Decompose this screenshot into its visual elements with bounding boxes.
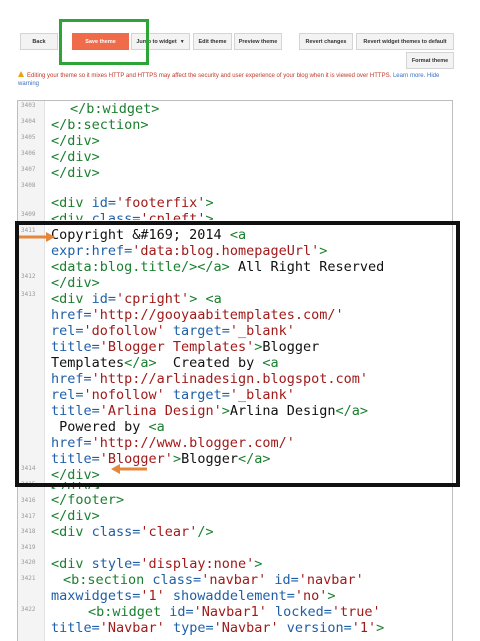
code-line: </b:section> — [51, 117, 149, 133]
code-line: </footer> — [51, 492, 125, 508]
code-line: <div class='cpleft'> — [51, 211, 214, 220]
arrow-right-icon — [19, 232, 55, 242]
code-line: title='Navbar' type='Navbar' version='1'… — [51, 620, 385, 636]
save-theme-highlight-box — [59, 19, 149, 65]
edit-theme-button[interactable]: Edit theme — [193, 33, 232, 50]
code-line: <div style='display:none'> — [51, 556, 263, 572]
line-number: 3420 — [21, 559, 36, 566]
code-line: </b:widget> — [70, 101, 160, 117]
revert-changes-button[interactable]: Revert changes — [299, 33, 353, 50]
line-number: 3403 — [21, 102, 36, 109]
line-number: 3417 — [21, 513, 36, 520]
line-number: 3405 — [21, 134, 36, 141]
line-number: 3406 — [21, 150, 36, 157]
warning-text: Editing your theme so it mixes HTTP and … — [27, 73, 392, 79]
line-number: 3421 — [21, 575, 36, 582]
code-line: </div> — [51, 508, 100, 524]
line-number: 3418 — [21, 528, 36, 535]
line-number: 3408 — [21, 182, 36, 189]
code-line: <b:widget id='Navbar1' locked='true' — [88, 604, 381, 620]
copyright-code-annotation-box — [15, 221, 460, 487]
code-line: </div> — [51, 133, 100, 149]
line-number: 3409 — [21, 211, 36, 218]
preview-theme-button[interactable]: Preview theme — [234, 33, 282, 50]
code-line: <div class='clear'/> — [51, 524, 214, 540]
line-number: 3407 — [21, 166, 36, 173]
line-number: 3422 — [21, 606, 36, 613]
back-button[interactable]: Back — [20, 33, 58, 50]
code-line: </div> — [51, 149, 100, 165]
line-number: 3404 — [21, 118, 36, 125]
line-number: 3419 — [21, 544, 36, 551]
arrow-left-icon — [111, 464, 147, 474]
line-number: 3416 — [21, 497, 36, 504]
code-line: <div id='footerfix'> — [51, 195, 214, 211]
code-line: <b:section class='navbar' id='navbar' — [63, 572, 364, 588]
code-line: </div> — [51, 165, 100, 181]
code-line: maxwidgets='1' showaddelement='no'> — [51, 588, 336, 604]
mixed-content-warning: Editing your theme so it mixes HTTP and … — [18, 71, 458, 88]
revert-widget-themes-button[interactable]: Revert widget themes to default — [356, 33, 454, 50]
warning-icon — [18, 71, 24, 78]
format-theme-button[interactable]: Format theme — [406, 52, 454, 69]
chevron-down-icon: ▼ — [179, 39, 185, 45]
learn-more-link[interactable]: Learn more. — [393, 73, 425, 79]
